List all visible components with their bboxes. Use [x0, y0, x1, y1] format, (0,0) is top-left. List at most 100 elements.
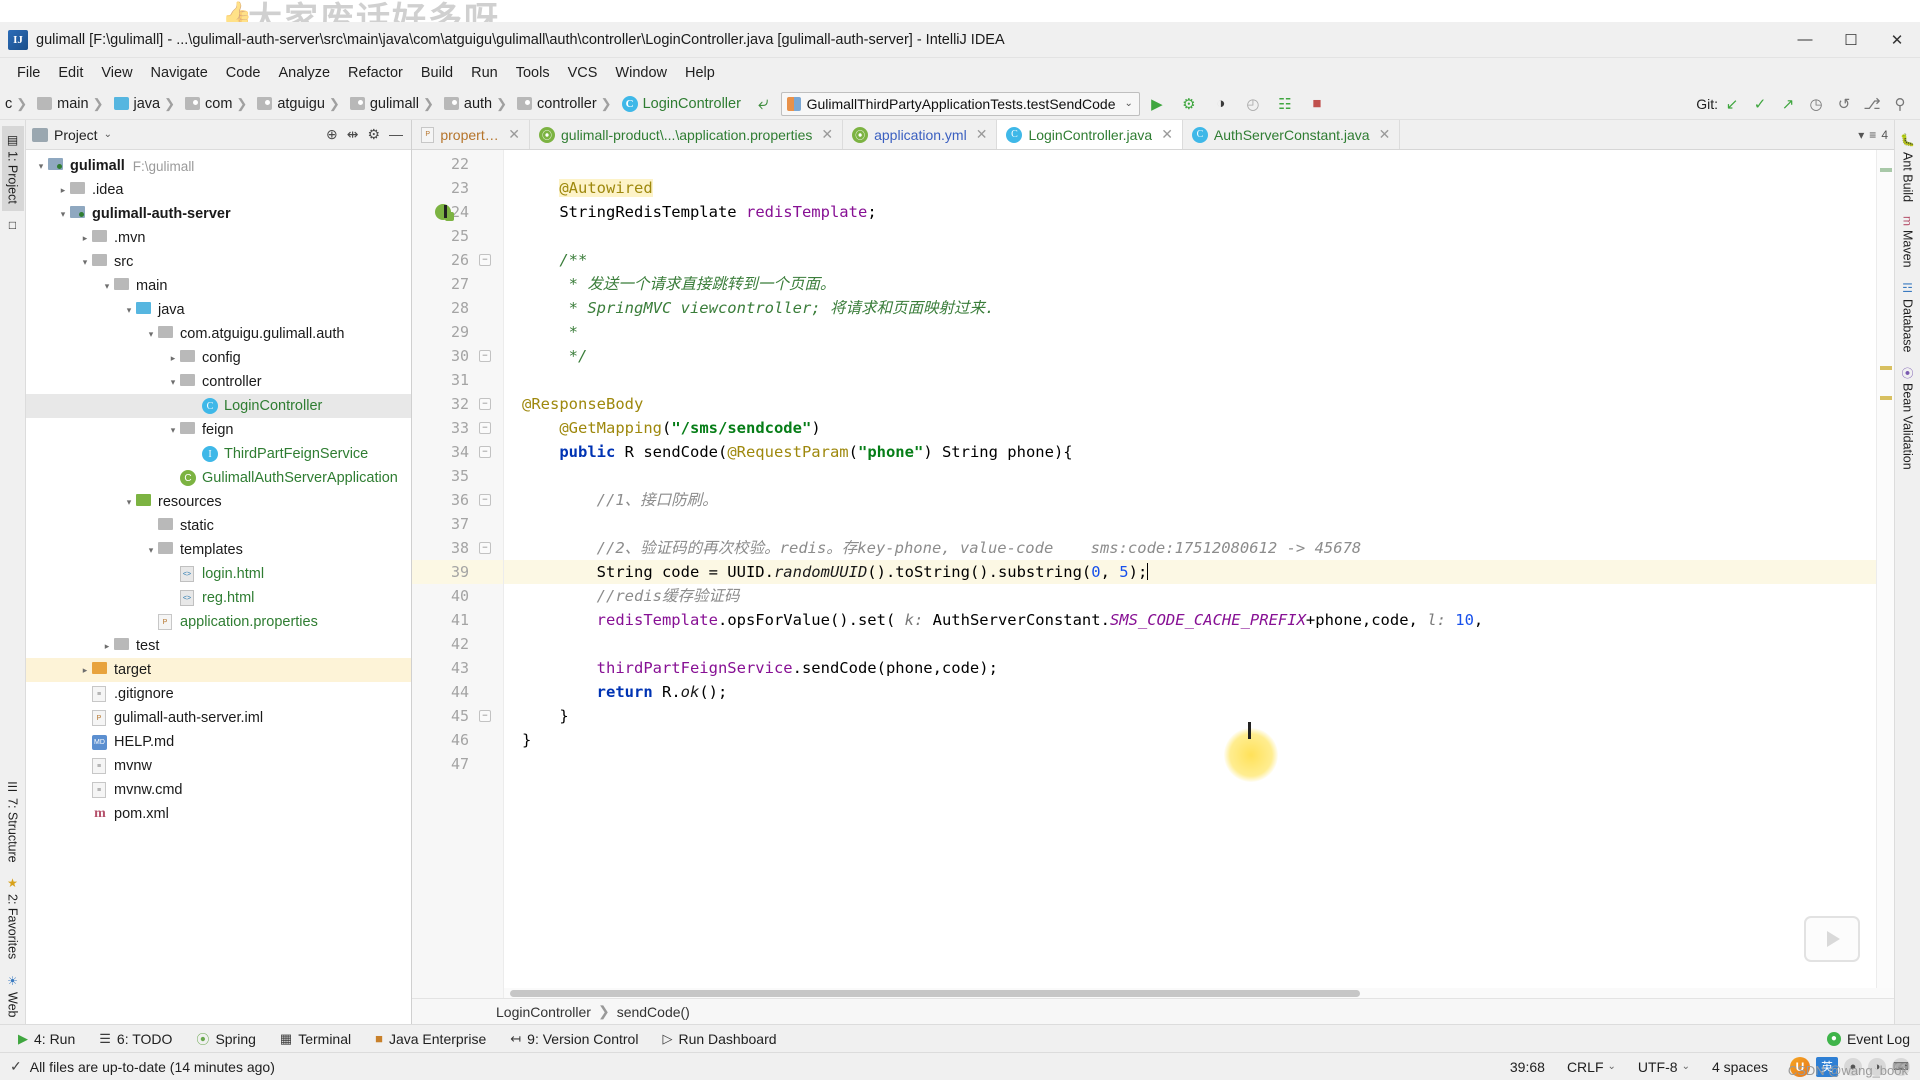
code-line[interactable]: }	[504, 704, 1876, 728]
code-line[interactable]: public R sendCode(@RequestParam("phone")…	[504, 440, 1876, 464]
code-fold-icon[interactable]: −	[479, 350, 491, 362]
code-fold-icon[interactable]: −	[479, 542, 491, 554]
code-line[interactable]: thirdPartFeignService.sendCode(phone,cod…	[504, 656, 1876, 680]
code-line[interactable]: String code = UUID.randomUUID().toString…	[504, 560, 1876, 584]
run-with-coverage-button[interactable]: ◑	[1206, 91, 1236, 117]
locate-file-icon[interactable]: ⊕	[326, 126, 338, 143]
code-line[interactable]	[504, 368, 1876, 392]
menu-file[interactable]: File	[8, 62, 49, 84]
git-push-icon[interactable]: ↗	[1774, 91, 1802, 117]
code-line[interactable]	[504, 512, 1876, 536]
tree-node-gulimall-auth-server-iml[interactable]: Pgulimall-auth-server.iml	[26, 706, 411, 730]
breadcrumb-item-logincontroller[interactable]: C LoginController	[619, 95, 744, 112]
breadcrumb-item-main[interactable]: main ❯	[34, 96, 110, 112]
close-tab-icon[interactable]: ✕	[1379, 126, 1391, 143]
chevron-right-icon[interactable]: ▸	[166, 353, 180, 364]
editor-tab-authserverconstant-java[interactable]: C AuthServerConstant.java ✕	[1182, 120, 1401, 149]
menu-analyze[interactable]: Analyze	[269, 62, 339, 84]
code-fold-icon[interactable]: −	[479, 398, 491, 410]
run-button[interactable]: ▶	[1142, 91, 1172, 117]
stop-button[interactable]: ■	[1302, 91, 1332, 117]
code-fold-icon[interactable]: −	[479, 422, 491, 434]
code-line[interactable]: //redis缓存验证码	[504, 584, 1876, 608]
line-number[interactable]: 26−	[412, 248, 503, 272]
line-number[interactable]: 45−	[412, 704, 503, 728]
chevron-down-icon[interactable]: ▾	[100, 281, 114, 292]
horizontal-scrollbar[interactable]	[504, 988, 1894, 998]
sidebar-item-favorites-small[interactable]: □	[2, 211, 24, 239]
line-number[interactable]: 27	[412, 272, 503, 296]
search-icon[interactable]: ⚲	[1886, 91, 1914, 117]
code-fold-icon[interactable]: −	[479, 710, 491, 722]
line-number-gutter[interactable]: 22 23 24 25 26−27 28 29 30−31 32−33−34−35 36−37 38…	[412, 150, 504, 998]
tree-node-controller[interactable]: ▾ controller	[26, 370, 411, 394]
code-line[interactable]: * 发送一个请求直接跳转到一个页面。	[504, 272, 1876, 296]
chevron-down-icon[interactable]: ▾	[56, 209, 70, 220]
chevron-right-icon[interactable]: ▸	[100, 641, 114, 652]
line-number[interactable]: 47	[412, 752, 503, 776]
close-tab-icon[interactable]: ✕	[1161, 126, 1173, 143]
editor-tab-properties[interactable]: P properties ✕	[412, 120, 530, 149]
editor-tab-gulimall-product-application-properties[interactable]: ⦿ gulimall-product\...\application.prope…	[530, 120, 844, 149]
toolwindow-version-control[interactable]: ↤ 9: Version Control	[498, 1025, 650, 1052]
run-configuration-selector[interactable]: GulimallThirdPartyApplicationTests.testS…	[780, 91, 1140, 116]
profiler-button[interactable]: ◴	[1238, 91, 1268, 117]
tree-node-application-properties[interactable]: Papplication.properties	[26, 610, 411, 634]
editor-tab-logincontroller-java[interactable]: C LoginController.java ✕	[997, 120, 1183, 149]
code-line[interactable]: //1、接口防刷。	[504, 488, 1876, 512]
scrollbar-thumb[interactable]	[510, 990, 1360, 997]
line-number[interactable]: 43	[412, 656, 503, 680]
code-line[interactable]	[504, 632, 1876, 656]
menu-code[interactable]: Code	[217, 62, 270, 84]
code-line[interactable]: *	[504, 320, 1876, 344]
line-number[interactable]: 23	[412, 176, 503, 200]
code-line[interactable]: //2、验证码的再次校验。redis。存key-phone, value-cod…	[504, 536, 1876, 560]
line-number[interactable]: 37	[412, 512, 503, 536]
tree-node-reg-html[interactable]: <> reg.html	[26, 586, 411, 610]
line-number[interactable]: 38−	[412, 536, 503, 560]
code-line[interactable]: @ResponseBody	[504, 392, 1876, 416]
debug-button[interactable]: ⚙	[1174, 91, 1204, 117]
tree-node-help-md[interactable]: MD HELP.md	[26, 730, 411, 754]
toolwindow-terminal[interactable]: ▦ Terminal	[268, 1025, 363, 1052]
code-line[interactable]: StringRedisTemplate redisTemplate;	[504, 200, 1876, 224]
chevron-down-icon[interactable]: ▾	[144, 545, 158, 556]
line-number[interactable]: 46	[412, 728, 503, 752]
code-content[interactable]: @Autowired StringRedisTemplate redisTemp…	[504, 150, 1876, 998]
caret-position[interactable]: 39:68	[1499, 1059, 1556, 1075]
hide-panel-icon[interactable]: —	[389, 126, 403, 143]
code-line[interactable]	[504, 464, 1876, 488]
back-arrow-icon[interactable]: ⤷	[758, 93, 769, 115]
sidebar-item-project[interactable]: ▤ 1: Project	[1, 126, 24, 211]
collapse-all-icon[interactable]: ⇹	[347, 126, 359, 143]
toolwindow-todo[interactable]: ☰ 6: TODO	[87, 1025, 184, 1052]
code-line[interactable]	[504, 152, 1876, 176]
code-fold-icon[interactable]: −	[479, 446, 491, 458]
menu-build[interactable]: Build	[412, 62, 462, 84]
editor-tab-application-yml[interactable]: ⦿ application.yml ✕	[843, 120, 998, 149]
sidebar-item-ant-build[interactable]: 🐛 Ant Build	[1897, 126, 1919, 209]
indent-selector[interactable]: 4 spaces	[1701, 1059, 1779, 1075]
tree-node-mvnw-cmd[interactable]: ≡ mvnw.cmd	[26, 778, 411, 802]
tree-node-idea[interactable]: ▸ .idea	[26, 178, 411, 202]
project-tree[interactable]: ▾ gulimall F:\gulimall ▸ .idea ▾ gulimall-auth…	[26, 150, 411, 1024]
maximize-button[interactable]: ☐	[1828, 22, 1874, 57]
close-button[interactable]: ✕	[1874, 22, 1920, 57]
line-number[interactable]: 31	[412, 368, 503, 392]
menu-help[interactable]: Help	[676, 62, 724, 84]
line-number[interactable]: 29	[412, 320, 503, 344]
chevron-down-icon[interactable]: ▾	[78, 257, 92, 268]
code-line[interactable]: redisTemplate.opsForValue().set( k: Auth…	[504, 608, 1876, 632]
code-line[interactable]: @GetMapping("/sms/sendcode")	[504, 416, 1876, 440]
split-icon[interactable]: ≡	[1869, 128, 1876, 142]
toolwindow-run-dashboard[interactable]: ▷ Run Dashboard	[650, 1025, 788, 1052]
close-tab-icon[interactable]: ✕	[976, 126, 988, 143]
settings-gear-icon[interactable]: ⚙	[367, 126, 380, 143]
tree-node-logincontroller[interactable]: C LoginController	[26, 394, 411, 418]
tree-node-gitignore[interactable]: ≡ .gitignore	[26, 682, 411, 706]
close-tab-icon[interactable]: ✕	[508, 126, 520, 143]
tree-node-pom-xml[interactable]: m pom.xml	[26, 802, 411, 826]
toolwindow-spring[interactable]: ⦿ Spring	[184, 1025, 267, 1052]
git-history-icon[interactable]: ◷	[1802, 91, 1830, 117]
tree-node-login-html[interactable]: <> login.html	[26, 562, 411, 586]
